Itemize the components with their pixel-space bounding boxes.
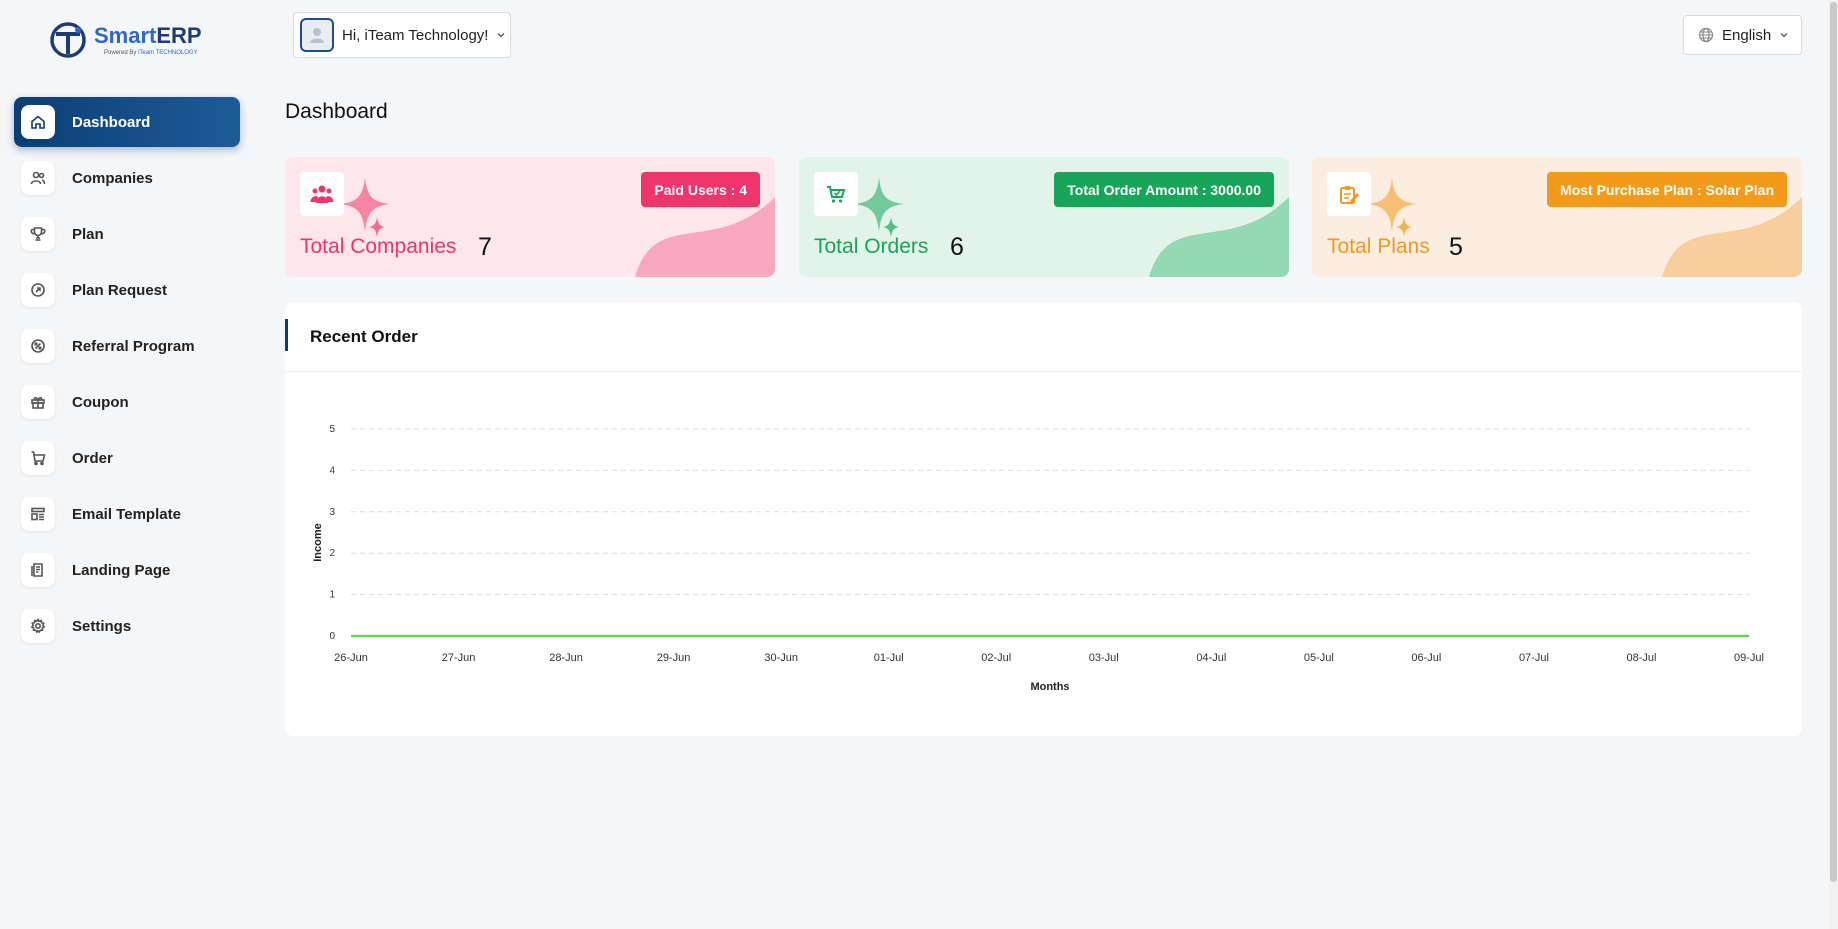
sidebar-item-label: Dashboard: [72, 113, 151, 131]
sparkle-decoration: [1367, 177, 1417, 237]
sidebar-item-label: Referral Program: [72, 337, 195, 355]
stat-card-plans: Most Purchase Plan : Solar Plan Total Pl…: [1312, 157, 1802, 277]
discount-icon: [21, 329, 55, 363]
sidebar-item-referral-program[interactable]: Referral Program: [14, 321, 240, 371]
card-decoration: [1149, 197, 1289, 277]
plan-icon: [1327, 172, 1371, 216]
stat-value: 7: [478, 233, 492, 261]
sidebar-item-landing-page[interactable]: Landing Page: [14, 545, 240, 595]
sidebar-item-label: Landing Page: [72, 561, 171, 579]
y-tick-label: 4: [329, 465, 335, 476]
x-axis-label: Months: [1030, 681, 1069, 693]
stat-label: Total Plans: [1327, 235, 1430, 258]
sidebar-item-order[interactable]: Order: [14, 433, 240, 483]
stat-card-orders: Total Order Amount : 3000.00 Total Order…: [799, 157, 1289, 277]
y-axis-label: Income: [312, 523, 324, 562]
stat-label: Total Orders: [814, 235, 929, 258]
x-tick-label: 09-Jul: [1734, 652, 1764, 664]
sidebar-item-coupon[interactable]: Coupon: [14, 377, 240, 427]
sparkle-decoration: [854, 177, 904, 237]
user-menu-button[interactable]: Hi, iTeam Technology!: [293, 12, 511, 58]
powered-by: Powered By iTeam TECHNOLOGY: [104, 50, 198, 56]
paid-users-badge: Paid Users : 4: [641, 172, 760, 207]
y-tick-label: 0: [329, 631, 335, 642]
x-tick-label: 08-Jul: [1626, 652, 1656, 664]
cart-icon: [21, 441, 55, 475]
x-tick-label: 06-Jul: [1411, 652, 1441, 664]
scrollbar-thumb[interactable]: [1830, 2, 1837, 882]
y-tick-label: 3: [329, 507, 335, 518]
x-tick-label: 29-Jun: [657, 652, 691, 664]
sidebar-item-label: Coupon: [72, 393, 129, 411]
stat-value: 5: [1449, 233, 1463, 261]
x-tick-label: 07-Jul: [1519, 652, 1549, 664]
sparkle-decoration: [340, 177, 390, 237]
x-tick-label: 04-Jul: [1196, 652, 1226, 664]
template-icon: [21, 497, 55, 531]
sidebar: SmartERP Powered By iTeam TECHNOLOGY Das…: [0, 0, 258, 929]
sidebar-item-label: Email Template: [72, 505, 181, 523]
globe-icon: [1698, 27, 1714, 43]
sidebar-item-dashboard[interactable]: Dashboard: [14, 97, 240, 147]
sidebar-item-label: Companies: [72, 169, 153, 187]
page-icon: [21, 553, 55, 587]
cart-icon: [814, 172, 858, 216]
user-icon: [310, 28, 324, 43]
language-label: English: [1722, 26, 1772, 44]
avatar: [300, 18, 334, 52]
y-tick-label: 5: [329, 424, 335, 435]
sidebar-item-label: Plan Request: [72, 281, 168, 299]
x-tick-label: 27-Jun: [442, 652, 476, 664]
x-tick-label: 01-Jul: [874, 652, 904, 664]
sidebar-nav: Dashboard Companies Plan Plan Request Re…: [14, 97, 240, 657]
stat-label: Total Companies: [300, 235, 457, 258]
total-order-amount-badge: Total Order Amount : 3000.00: [1054, 172, 1274, 207]
x-tick-label: 05-Jul: [1304, 652, 1334, 664]
logo-icon: [50, 22, 86, 58]
x-tick-label: 28-Jun: [549, 652, 583, 664]
gear-icon: [21, 609, 55, 643]
sidebar-item-plan[interactable]: Plan: [14, 209, 240, 259]
chevron-down-icon: [498, 33, 505, 38]
app-logo[interactable]: SmartERP Powered By iTeam TECHNOLOGY: [48, 16, 218, 64]
users-icon: [300, 172, 344, 216]
sidebar-item-email-template[interactable]: Email Template: [14, 489, 240, 539]
x-tick-label: 03-Jul: [1089, 652, 1119, 664]
sidebar-item-label: Plan: [72, 225, 104, 243]
chevron-down-icon: [1780, 33, 1788, 38]
x-tick-label: 26-Jun: [334, 652, 368, 664]
x-tick-label: 02-Jul: [981, 652, 1011, 664]
home-icon: [21, 105, 55, 139]
page-scrollbar[interactable]: [1829, 0, 1838, 929]
trophy-icon: [21, 217, 55, 251]
user-greeting: Hi, iTeam Technology!: [342, 26, 489, 44]
language-select[interactable]: English: [1683, 15, 1802, 55]
arrow-circle-icon: [21, 273, 55, 307]
y-tick-label: 1: [329, 590, 335, 601]
recent-order-chart: 0 1 2 3 4 5 26-Jun 27-Jun 28-Jun 29-Jun 30-Jun 01-J…: [312, 424, 1764, 693]
recent-order-panel: Recent Order 0 1 2 3 4 5 26-Jun 27-Jun 28-Jun 29-…: [285, 302, 1802, 736]
y-tick-label: 2: [329, 548, 335, 559]
page-title: Dashboard: [285, 100, 388, 123]
sidebar-item-plan-request[interactable]: Plan Request: [14, 265, 240, 315]
sidebar-item-label: Order: [72, 449, 113, 467]
sidebar-item-companies[interactable]: Companies: [14, 153, 240, 203]
users-icon: [21, 161, 55, 195]
card-decoration: [1662, 197, 1802, 277]
brand-name: SmartERP: [94, 23, 202, 48]
gift-icon: [21, 385, 55, 419]
panel-header: Recent Order: [285, 302, 1802, 372]
most-purchase-plan-badge: Most Purchase Plan : Solar Plan: [1547, 172, 1787, 207]
panel-title: Recent Order: [310, 326, 418, 346]
sidebar-item-settings[interactable]: Settings: [14, 601, 240, 651]
x-tick-label: 30-Jun: [764, 652, 798, 664]
stat-card-companies: Paid Users : 4 Total Companies 7: [285, 157, 775, 277]
card-decoration: [635, 197, 775, 277]
stat-value: 6: [950, 233, 964, 261]
sidebar-item-label: Settings: [72, 617, 132, 635]
